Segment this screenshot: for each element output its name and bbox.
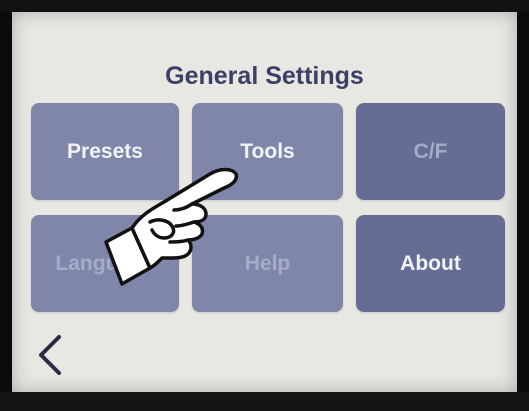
device-bezel-bottom <box>0 392 529 411</box>
about-button[interactable]: About <box>356 215 505 312</box>
chevron-left-icon <box>39 335 61 375</box>
pointing-hand-icon <box>104 167 239 286</box>
cf-button[interactable]: C/F <box>356 103 505 200</box>
page-title: General Settings <box>165 62 364 90</box>
device-bezel-top <box>0 0 529 12</box>
device-screen: General Settings Presets Tools C/F Langu… <box>12 12 517 392</box>
back-button[interactable] <box>30 330 70 380</box>
